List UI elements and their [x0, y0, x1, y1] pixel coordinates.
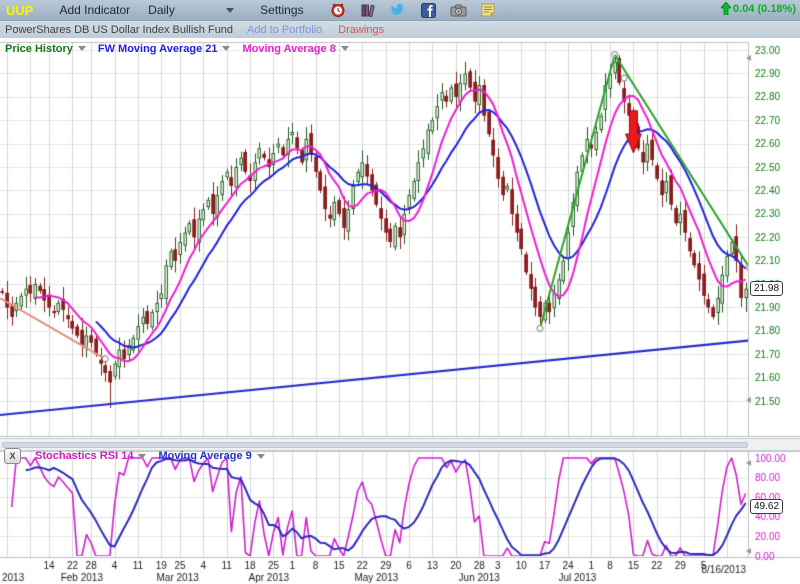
moving-average-8-label: Moving Average 8: [242, 43, 335, 55]
up-arrow-icon: [721, 2, 731, 15]
charting-app-window: UUP Add Indicator Daily Settings: [0, 0, 800, 584]
chevron-down-icon: [222, 46, 230, 55]
fund-name: PowerShares DB US Dollar Index Bullish F…: [5, 24, 233, 36]
toolbar-icons: [330, 2, 497, 19]
close-pane-button[interactable]: X: [4, 448, 21, 464]
chevron-down-icon: [78, 46, 86, 55]
moving-average-9-label: Moving Average 9: [158, 450, 251, 462]
symbol-label[interactable]: UUP: [6, 3, 33, 18]
twitter-icon[interactable]: [390, 2, 407, 19]
stoch-value-tag: 49.62: [750, 499, 783, 514]
chevron-down-icon: [138, 454, 146, 463]
chevron-down-icon: [226, 8, 234, 17]
chart-canvas[interactable]: [0, 0, 800, 584]
price-change-badge: 0.04 (0.18%): [721, 2, 796, 15]
moving-average-8-toggle[interactable]: Moving Average 8: [242, 42, 348, 55]
camera-icon[interactable]: [450, 2, 467, 19]
period-value: Daily: [148, 3, 175, 17]
settings-button[interactable]: Settings: [260, 3, 303, 17]
fw-moving-average-21-toggle[interactable]: FW Moving Average 21: [98, 42, 231, 55]
price-pane-toggles: Price History FW Moving Average 21 Movin…: [5, 42, 349, 55]
library-icon[interactable]: [360, 2, 377, 19]
stochastics-rsi-toggle[interactable]: Stochastics RSI 14: [35, 450, 146, 463]
change-text: 0.04 (0.18%): [733, 3, 796, 15]
add-to-portfolio-link[interactable]: Add to Portfolio: [247, 24, 322, 36]
last-price-tag: 21.98: [750, 281, 783, 296]
fw-moving-average-21-label: FW Moving Average 21: [98, 43, 218, 55]
notes-icon[interactable]: [480, 2, 497, 19]
stochastics-rsi-label: Stochastics RSI 14: [35, 450, 133, 462]
price-history-label: Price History: [5, 43, 73, 55]
moving-average-9-toggle[interactable]: Moving Average 9: [158, 450, 264, 463]
price-history-toggle[interactable]: Price History: [5, 42, 86, 55]
chevron-down-icon: [341, 46, 349, 55]
symbol-subbar: PowerShares DB US Dollar Index Bullish F…: [0, 21, 800, 38]
main-toolbar: UUP Add Indicator Daily Settings: [0, 0, 800, 21]
drawings-link[interactable]: Drawings: [338, 24, 384, 36]
stoch-pane-toggles: X Stochastics RSI 14 Moving Average 9: [4, 448, 265, 464]
period-select[interactable]: Daily: [148, 3, 234, 17]
alarm-clock-icon[interactable]: [330, 2, 347, 19]
facebook-icon[interactable]: [420, 2, 437, 19]
add-indicator-button[interactable]: Add Indicator: [59, 3, 130, 17]
chevron-down-icon: [257, 454, 265, 463]
